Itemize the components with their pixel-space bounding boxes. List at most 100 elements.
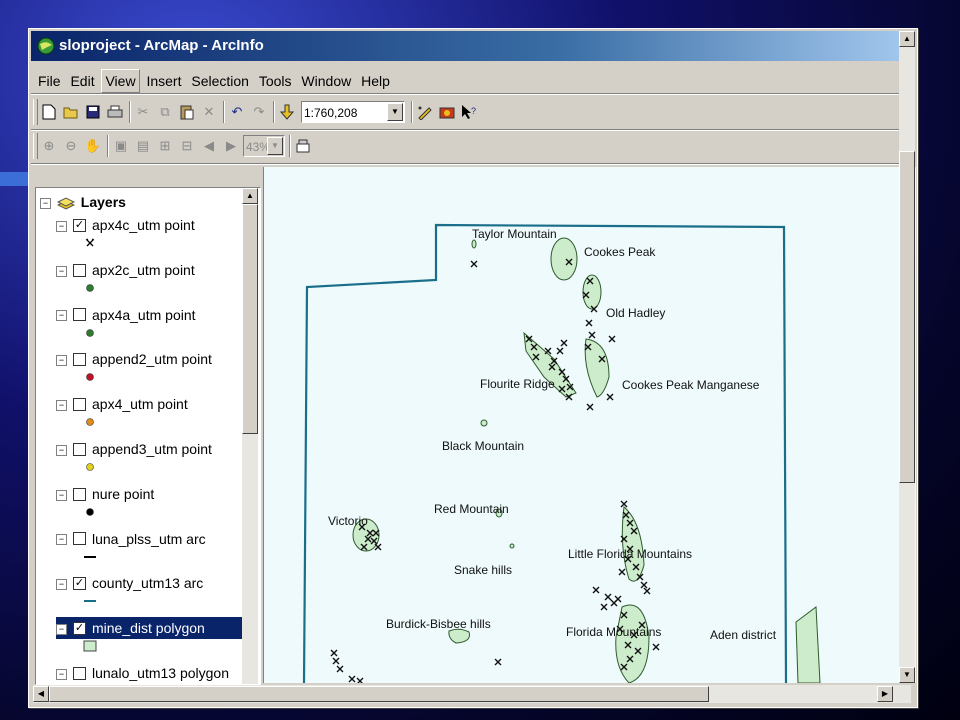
label-little-florida-mountains: Little Florida Mountains [568,547,693,561]
layer-visibility-checkbox[interactable] [73,353,86,367]
print-icon[interactable] [105,101,125,123]
menu-window[interactable]: Window [298,70,354,92]
layout-zoom-combo[interactable]: 43% ▼ [243,135,285,157]
layer-visibility-checkbox[interactable] [73,442,86,456]
collapse-icon[interactable]: − [56,220,67,232]
toc-scroll-thumb[interactable] [242,204,258,434]
collapse-icon[interactable]: − [40,197,51,209]
layer-visibility-checkbox[interactable] [73,263,86,277]
toolbar-grip[interactable] [33,99,38,125]
cut-icon[interactable]: ✂ [133,101,153,123]
layers-label: Layers [80,194,126,210]
layer-row[interactable]: − ✓ county_utm13 arc [56,572,256,594]
layer-row[interactable]: − ✓ mine_dist polygon [56,617,256,640]
delete-icon[interactable]: ✕ [199,101,219,123]
paste-icon[interactable] [177,101,197,123]
layers-icon [56,197,76,210]
collapse-icon[interactable]: − [56,265,67,277]
layer-row[interactable]: − append2_utm point [56,348,256,370]
collapse-icon[interactable]: − [56,355,67,367]
layer-visibility-checkbox[interactable]: ✓ [73,218,86,232]
layer-row[interactable]: − append3_utm point [56,438,256,460]
menu-selection[interactable]: Selection [188,70,252,92]
zoom-in-page-icon[interactable]: ⊕ [39,135,59,157]
new-icon[interactable] [39,101,59,123]
layer-row[interactable]: − nure point [56,483,256,505]
layer-visibility-checkbox[interactable] [73,487,86,501]
chevron-down-icon[interactable]: ▼ [387,103,403,121]
map-display[interactable]: Taylor Mountain Cookes Peak Old Hadley F… [263,167,916,683]
collapse-icon[interactable]: − [56,534,67,546]
add-data-icon[interactable] [277,101,297,123]
scroll-right-icon[interactable]: ▶ [877,686,893,702]
pan-page-icon[interactable]: ✋ [83,135,103,157]
layer-row[interactable]: − luna_plss_utm arc [56,528,256,550]
mine-marker [640,581,648,589]
window-vertical-scrollbar[interactable]: ▲ ▼ [899,31,915,683]
fixed-zoom-out-icon[interactable]: ⊟ [177,135,197,157]
redo-icon[interactable]: ↷ [249,101,269,123]
scroll-up-icon[interactable]: ▲ [242,188,258,204]
menu-tools[interactable]: Tools [256,70,295,92]
horizontal-scrollbar[interactable]: ◀ ▶ [33,685,911,703]
editor-icon[interactable] [415,101,435,123]
chevron-down-icon[interactable]: ▼ [267,137,283,155]
layer-visibility-checkbox[interactable]: ✓ [73,577,86,591]
whats-this-icon[interactable]: ? [459,101,479,123]
layer-visibility-checkbox[interactable]: ✓ [73,621,86,635]
zoom-out-page-icon[interactable]: ⊖ [61,135,81,157]
menu-edit[interactable]: Edit [67,70,97,92]
toc-vertical-scrollbar[interactable]: ▲ [242,188,258,684]
menu-help[interactable]: Help [358,70,393,92]
map-scale-combo[interactable]: 1:760,208 ▼ [301,101,405,123]
zoom-100-icon[interactable]: ▤ [133,135,153,157]
undo-icon[interactable]: ↶ [227,101,247,123]
toggle-draft-icon[interactable] [293,135,313,157]
layer-symbol-dot-icon [86,328,94,337]
layers-root[interactable]: − Layers [40,192,126,212]
layer-row[interactable]: − apx2c_utm point [56,259,256,281]
forward-extent-icon[interactable]: ▶ [221,135,241,157]
scroll-left-icon[interactable]: ◀ [33,686,49,702]
collapse-icon[interactable]: − [56,489,67,501]
menu-file[interactable]: File [35,70,64,92]
save-icon[interactable] [83,101,103,123]
layer-row[interactable]: − ✓ apx4c_utm point [56,214,256,236]
scroll-down-icon[interactable]: ▼ [899,667,915,683]
layer-symbol-dot-icon [86,507,94,516]
collapse-icon[interactable]: − [56,444,67,456]
fixed-zoom-in-icon[interactable]: ⊞ [155,135,175,157]
layer-row[interactable]: − apx4_utm point [56,393,256,415]
copy-icon[interactable]: ⧉ [155,101,175,123]
layer-row[interactable]: − lunalo_utm13 polygon [56,662,256,684]
layer-name: luna_plss_utm arc [92,530,206,547]
layer-row[interactable]: − apx4a_utm point [56,304,256,326]
collapse-icon[interactable]: − [56,310,67,322]
layer-visibility-checkbox[interactable] [73,308,86,322]
layer-visibility-checkbox[interactable] [73,397,86,411]
layer-name: lunalo_utm13 polygon [92,665,229,681]
mine-marker [604,593,612,601]
district-cookes-peak [550,237,578,281]
zoom-whole-page-icon[interactable]: ▣ [111,135,131,157]
open-icon[interactable] [61,101,81,123]
scroll-up-icon[interactable]: ▲ [899,31,915,47]
menu-insert[interactable]: Insert [143,70,184,92]
mine-marker [586,403,594,411]
collapse-icon[interactable]: − [56,668,67,680]
collapse-icon[interactable]: − [56,579,67,591]
collapse-icon[interactable]: − [56,623,67,635]
collapse-icon[interactable]: − [56,399,67,411]
title-bar[interactable]: sloproject - ArcMap - ArcInfo [31,31,915,61]
layer-visibility-checkbox[interactable] [73,532,86,546]
label-cookes-peak: Cookes Peak [584,245,656,259]
arctoolbox-icon[interactable] [437,101,457,123]
back-extent-icon[interactable]: ◀ [199,135,219,157]
menu-view[interactable]: View [101,69,140,93]
mine-marker [618,568,626,576]
label-taylor-mountain: Taylor Mountain [472,227,557,241]
layer-visibility-checkbox[interactable] [73,666,86,680]
layer-name: apx4c_utm point [92,217,195,233]
window-scroll-thumb[interactable] [899,151,915,483]
horizontal-scroll-thumb[interactable] [49,686,709,702]
